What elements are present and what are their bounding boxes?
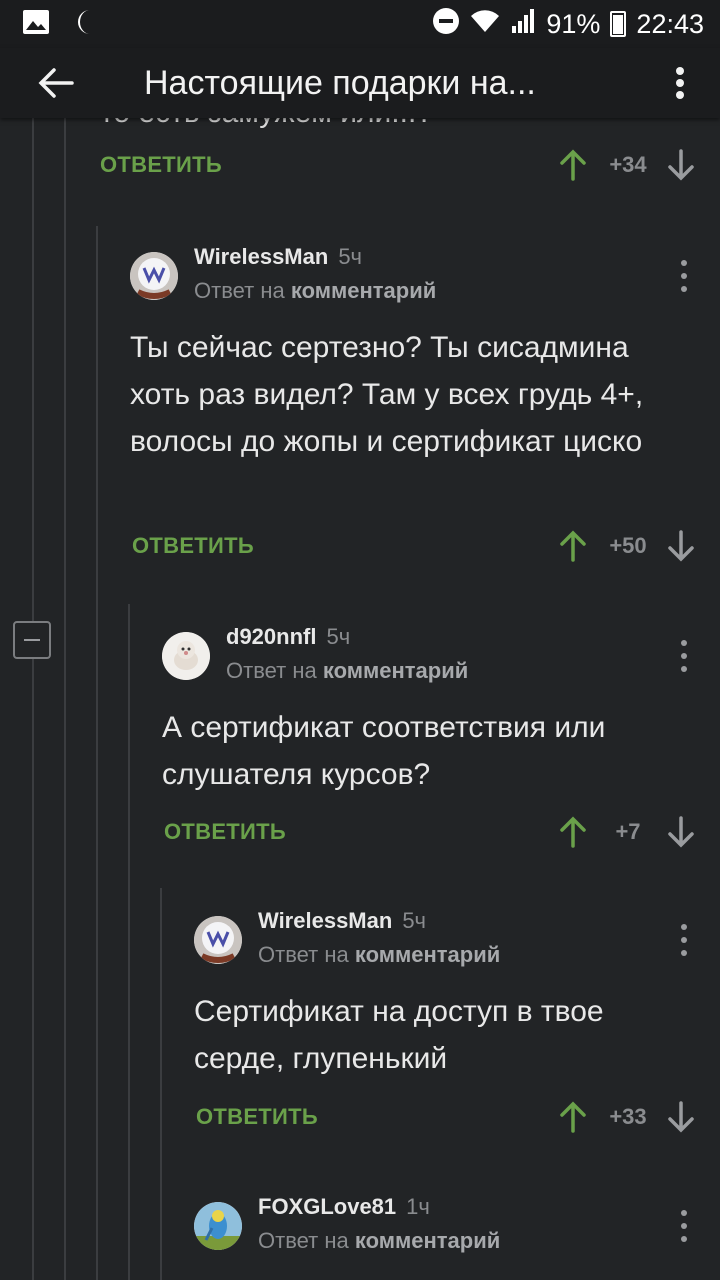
- comment-actions: ОТВЕТИТЬ +7: [164, 812, 720, 852]
- battery-percent: 91%: [546, 8, 601, 39]
- wifi-icon: [470, 8, 500, 41]
- thread-line: [160, 888, 162, 1280]
- reply-to-link[interactable]: комментарий: [355, 942, 500, 967]
- comments-thread[interactable]: то есть замужем или...? ОТВЕТИТЬ +34 Wir…: [0, 118, 720, 1280]
- comment-time: 5ч: [326, 624, 351, 649]
- avatar[interactable]: [194, 1202, 242, 1250]
- thread-line: [32, 118, 34, 1280]
- comment-actions: ОТВЕТИТЬ +50: [132, 526, 720, 566]
- upvote-arrow-icon[interactable]: [560, 1101, 586, 1133]
- comment-actions: ОТВЕТИТЬ +33: [196, 1097, 720, 1137]
- reply-to-label: Ответ на комментарий: [258, 942, 501, 967]
- status-right: 91% 22:43: [432, 7, 704, 42]
- comment-time: 5ч: [338, 244, 363, 269]
- comment-author[interactable]: WirelessMan 5ч: [194, 244, 362, 270]
- vote-count: +50: [609, 533, 647, 558]
- vote-count: +7: [615, 819, 641, 844]
- vote-controls: +34: [560, 149, 694, 181]
- do-not-disturb-moon-icon: [74, 8, 98, 41]
- reply-to-link[interactable]: комментарий: [355, 1228, 500, 1253]
- comment-author[interactable]: WirelessMan 5ч: [258, 908, 426, 934]
- back-arrow-icon: [38, 68, 74, 98]
- thread-line: [64, 118, 66, 1280]
- reply-to-label: Ответ на комментарий: [226, 658, 469, 683]
- comment-header: WirelessMan 5ч Ответ на комментарий: [130, 244, 720, 324]
- comment-menu-button[interactable]: [674, 636, 694, 676]
- comment-time: 5ч: [402, 908, 427, 933]
- comment: WirelessMan 5ч Ответ на комментарий Серти…: [194, 908, 720, 1082]
- comment-header: d920nnfl 5ч Ответ на комментарий: [162, 624, 720, 704]
- more-vertical-icon: [676, 67, 684, 99]
- overflow-menu-button[interactable]: [640, 48, 720, 118]
- app-bar: Настоящие подарки на...: [0, 48, 720, 118]
- avatar[interactable]: [194, 916, 242, 964]
- collapse-thread-button[interactable]: [13, 621, 51, 659]
- battery-icon: [610, 11, 627, 37]
- reply-to-label: Ответ на комментарий: [194, 278, 437, 303]
- vote-count: +33: [609, 1104, 647, 1129]
- comment-header: FOXGLove81 1ч Ответ на комментарий: [194, 1194, 720, 1274]
- reply-to-link[interactable]: комментарий: [323, 658, 468, 683]
- comment-actions: ОТВЕТИТЬ +34: [100, 145, 720, 185]
- page-title: Настоящие подарки на...: [144, 63, 536, 102]
- comment-text: А сертификат соответствия или слушателя …: [162, 711, 606, 791]
- comment-text: Ты сейчас сертезно? Ты сисадмина хоть ра…: [130, 331, 644, 458]
- comment-text: Сертификат на доступ в твое серде, глупе…: [194, 995, 604, 1075]
- reply-button[interactable]: ОТВЕТИТЬ: [132, 533, 254, 559]
- comment-menu-button[interactable]: [674, 920, 694, 960]
- reply-to-link[interactable]: комментарий: [291, 278, 436, 303]
- vote-controls: +50: [560, 530, 694, 562]
- upvote-arrow-icon[interactable]: [560, 816, 586, 848]
- comment-menu-button[interactable]: [674, 1206, 694, 1246]
- downvote-arrow-icon[interactable]: [668, 149, 694, 181]
- minus-icon: [24, 639, 40, 641]
- status-left: [22, 8, 98, 41]
- dnd-minus-icon: [432, 7, 460, 42]
- back-button[interactable]: [0, 48, 112, 118]
- image-notification-icon: [22, 9, 50, 40]
- comment-author[interactable]: FOXGLove81 1ч: [258, 1194, 430, 1220]
- upvote-arrow-icon[interactable]: [560, 530, 586, 562]
- reply-button[interactable]: ОТВЕТИТЬ: [164, 819, 286, 845]
- comment: WirelessMan 5ч Ответ на комментарий Ты се…: [130, 244, 720, 465]
- comment: d920nnfl 5ч Ответ на комментарий А сертиф…: [162, 624, 720, 798]
- comment-time: 1ч: [406, 1194, 430, 1219]
- thread-line: [128, 604, 130, 1280]
- vote-count: +34: [609, 152, 647, 177]
- comment: FOXGLove81 1ч Ответ на комментарий: [194, 1194, 720, 1274]
- downvote-arrow-icon[interactable]: [668, 816, 694, 848]
- avatar[interactable]: [130, 252, 178, 300]
- comment-author[interactable]: d920nnfl 5ч: [226, 624, 350, 650]
- comment-menu-button[interactable]: [674, 256, 694, 296]
- downvote-arrow-icon[interactable]: [668, 1101, 694, 1133]
- upvote-arrow-icon[interactable]: [560, 149, 586, 181]
- avatar[interactable]: [162, 632, 210, 680]
- comment-text: то есть замужем или...?: [100, 118, 433, 130]
- reply-button[interactable]: ОТВЕТИТЬ: [196, 1104, 318, 1130]
- clock: 22:43: [636, 8, 704, 39]
- vote-controls: +7: [560, 816, 694, 848]
- cellular-signal-icon: [510, 8, 536, 41]
- comment-header: WirelessMan 5ч Ответ на комментарий: [194, 908, 720, 988]
- status-bar: 91% 22:43: [0, 0, 720, 48]
- downvote-arrow-icon[interactable]: [668, 530, 694, 562]
- reply-to-label: Ответ на комментарий: [258, 1228, 501, 1253]
- thread-line: [96, 226, 98, 1280]
- vote-controls: +33: [560, 1101, 694, 1133]
- reply-button[interactable]: ОТВЕТИТЬ: [100, 152, 222, 178]
